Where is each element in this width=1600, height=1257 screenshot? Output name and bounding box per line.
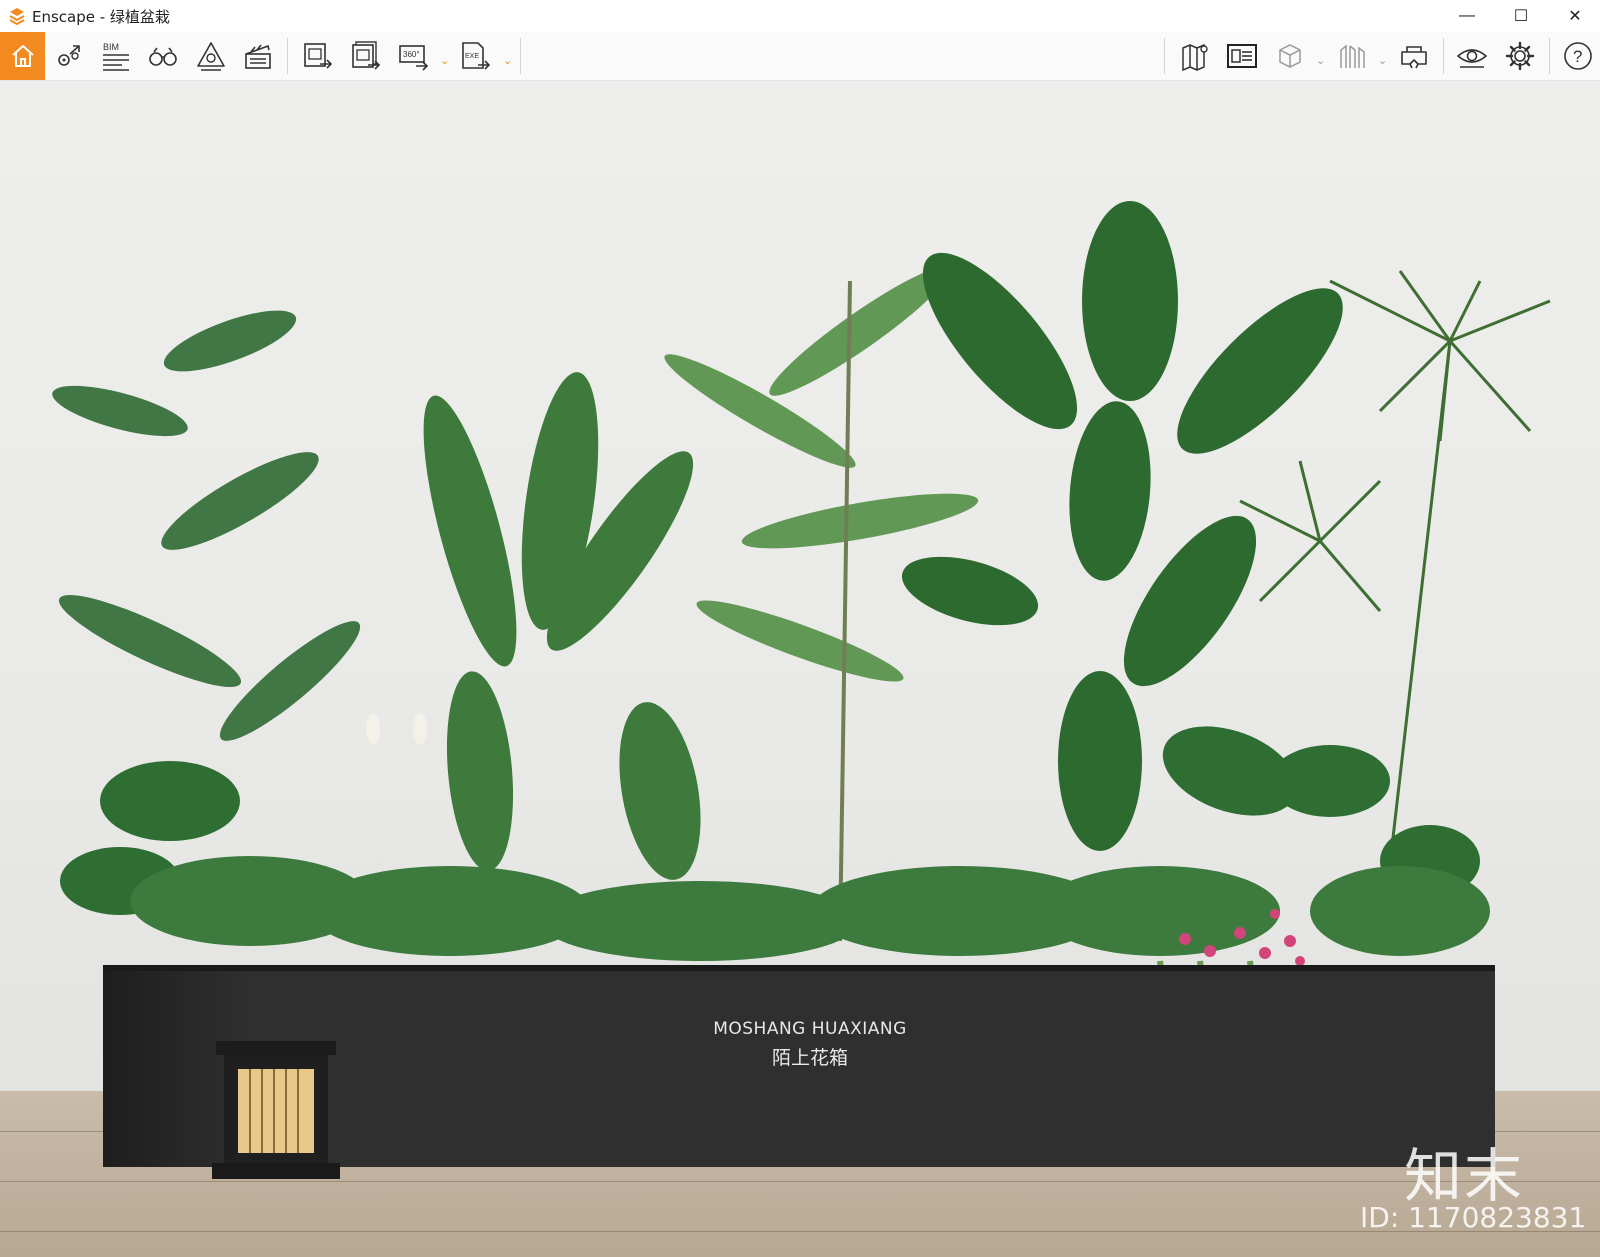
help-icon: ? — [1564, 42, 1592, 70]
vr-button[interactable] — [1394, 36, 1434, 76]
video-editor-button[interactable] — [238, 36, 278, 76]
help-button[interactable]: ? — [1558, 36, 1598, 76]
screenshot-export-icon — [304, 43, 333, 69]
asset-library-icon — [197, 42, 225, 71]
gear-icon — [1505, 41, 1535, 71]
chevron-down-icon[interactable]: ⌄ — [503, 54, 512, 67]
panorama-button[interactable]: 360° — [394, 36, 434, 76]
chevron-down-icon[interactable]: ⌄ — [1378, 54, 1387, 67]
toolbar-separator — [287, 38, 288, 74]
garden-lantern — [212, 1041, 340, 1179]
batch-render-icon — [352, 41, 381, 70]
bim-icon: BIM — [103, 42, 129, 71]
minimap-icon — [1227, 44, 1257, 68]
toolbar-separator — [1443, 38, 1444, 74]
chevron-down-icon[interactable]: ⌄ — [440, 54, 449, 67]
home-icon — [11, 45, 34, 67]
render-viewport[interactable]: MOSHANG HUAXIANG 陌上花箱 知末 ID: 1170823831 — [0, 81, 1600, 1257]
help-label: ? — [1573, 47, 1582, 66]
toolbar-separator — [520, 38, 521, 74]
location-pin-icon — [58, 45, 80, 66]
screenshot-button[interactable] — [298, 36, 338, 76]
panorama-label: 360° — [403, 50, 420, 59]
library-button[interactable] — [1332, 36, 1372, 76]
asset-library-button[interactable] — [191, 36, 231, 76]
main-toolbar: BIM 360° ⌄ EXE ⌄ ⌄ ⌄ ? — [0, 32, 1600, 102]
binoculars-icon — [149, 47, 177, 66]
maximize-button[interactable]: ☐ — [1494, 0, 1548, 32]
panorama-360-icon: 360° — [399, 45, 429, 71]
binoculars-button[interactable] — [143, 36, 183, 76]
library-icon — [1340, 44, 1365, 68]
batch-render-button[interactable] — [346, 36, 386, 76]
toolbar-separator — [1164, 38, 1165, 74]
close-button[interactable]: ✕ — [1548, 0, 1600, 32]
window-title: Enscape - 绿植盆栽 — [32, 7, 170, 26]
bim-button[interactable]: BIM — [96, 36, 136, 76]
visual-settings-button[interactable] — [1452, 36, 1492, 76]
close-icon: ✕ — [1568, 8, 1582, 25]
eye-icon — [1456, 49, 1488, 68]
bim-label: BIM — [103, 42, 119, 52]
exe-label: EXE — [465, 53, 479, 60]
map-icon — [1182, 43, 1208, 72]
cube-icon — [1279, 44, 1301, 68]
minimize-button[interactable]: — — [1440, 0, 1494, 32]
planter-brand-en: MOSHANG HUAXIANG — [713, 1019, 907, 1039]
vr-headset-icon — [1401, 46, 1427, 69]
plant-arrangement — [52, 201, 1551, 1091]
planter-brand-text: MOSHANG HUAXIANG 陌上花箱 — [600, 1019, 1020, 1070]
minimize-icon: — — [1459, 7, 1475, 24]
watermark-id: ID: 1170823831 — [1360, 1201, 1587, 1234]
maximize-icon: ☐ — [1513, 8, 1529, 25]
minimap-button[interactable] — [1222, 36, 1262, 76]
exe-export-icon: EXE — [462, 42, 491, 70]
home-button[interactable] — [0, 32, 45, 80]
toolbar-separator — [1549, 38, 1550, 74]
settings-button[interactable] — [1500, 36, 1540, 76]
clapperboard-icon — [245, 44, 271, 69]
title-bar: Enscape - 绿植盆栽 — ☐ ✕ — [0, 0, 1600, 32]
planter-brand-cn: 陌上花箱 — [771, 1047, 848, 1069]
enscape-logo-icon — [9, 8, 25, 25]
views-button[interactable] — [49, 36, 89, 76]
map-button[interactable] — [1176, 36, 1216, 76]
exe-export-button[interactable]: EXE — [456, 36, 496, 76]
chevron-down-icon[interactable]: ⌄ — [1316, 54, 1325, 67]
cube-button[interactable] — [1270, 36, 1310, 76]
